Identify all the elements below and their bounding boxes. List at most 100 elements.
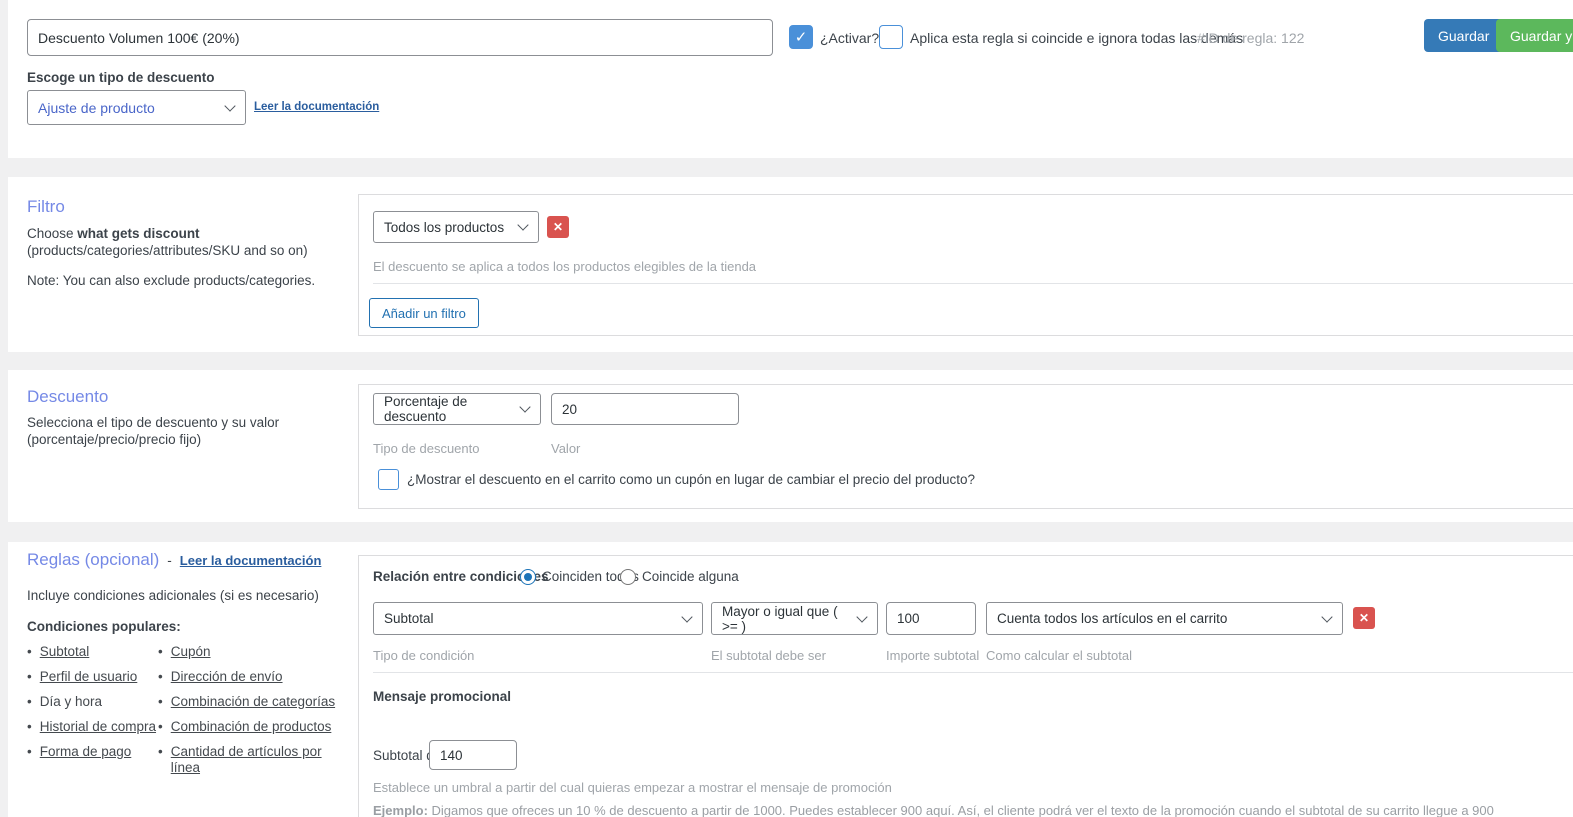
- list-item: • Forma de pago: [27, 744, 167, 761]
- discount-panel: Porcentaje de descuento Tipo de descuent…: [358, 384, 1573, 509]
- rules-card: Reglas (opcional) - Leer la documentació…: [8, 542, 1573, 817]
- condition-link-subtotal[interactable]: Subtotal: [40, 644, 90, 661]
- condition-calc-select[interactable]: Cuenta todos los artículos en el carrito: [986, 602, 1343, 635]
- chevron-down-icon: [681, 610, 693, 623]
- chevron-down-icon: [1321, 610, 1333, 623]
- save-button[interactable]: Guardar: [1424, 19, 1504, 52]
- rules-documentation-link[interactable]: Leer la documentación: [180, 553, 322, 568]
- filter-card: Filtro Choose what gets discount (produc…: [8, 177, 1573, 352]
- delete-filter-button[interactable]: ✕: [547, 216, 569, 238]
- save-and-close-button[interactable]: Guardar y c: [1496, 19, 1573, 52]
- chevron-down-icon: [224, 99, 236, 112]
- condition-calc-value: Cuenta todos los artículos en el carrito: [997, 611, 1228, 626]
- condition-type-value: Subtotal: [384, 611, 434, 626]
- bullet: •: [158, 693, 163, 709]
- filter-panel: Todos los productos ✕ El descuento se ap…: [358, 194, 1573, 336]
- filter-desc-prefix: Choose: [27, 226, 78, 241]
- rule-id-label: #ID de regla: 122: [1197, 30, 1305, 46]
- bullet: •: [27, 718, 32, 734]
- activate-label: ¿Activar?: [820, 30, 880, 46]
- condition-link-cantidad-de-articulos[interactable]: Cantidad de artículos por línea: [171, 744, 343, 778]
- bullet: •: [158, 644, 163, 659]
- condition-link-historial-de-compra[interactable]: Historial de compra: [40, 719, 156, 736]
- condition-calc-field-label: Como calcular el subtotal: [986, 648, 1132, 663]
- bullet: •: [27, 693, 32, 709]
- popular-conditions-title: Condiciones populares:: [27, 619, 181, 634]
- relation-all-radio[interactable]: [520, 569, 536, 585]
- condition-link-combinacion-de-productos[interactable]: Combinación de productos: [171, 719, 332, 736]
- bullet: •: [27, 644, 32, 659]
- list-item: • Perfil de usuario: [27, 669, 167, 686]
- list-item: • Dirección de envío: [158, 669, 343, 686]
- chevron-down-icon: [517, 219, 529, 231]
- show-as-coupon-label: ¿Mostrar el descuento en el carrito como…: [407, 472, 976, 487]
- filter-description-line2: (products/categories/attributes/SKU and …: [27, 243, 308, 258]
- page: ✓ ¿Activar? Aplica esta regla si coincid…: [0, 0, 1573, 817]
- condition-type-select[interactable]: Subtotal: [373, 602, 703, 635]
- discount-value-field-label: Valor: [551, 441, 581, 456]
- relation-any-radio[interactable]: [620, 569, 636, 585]
- list-item: • Subtotal: [27, 644, 167, 661]
- example-label: Ejemplo:: [373, 803, 428, 817]
- bullet: •: [158, 668, 163, 684]
- rule-title-input[interactable]: [27, 19, 773, 56]
- chevron-down-icon: [519, 401, 531, 413]
- filter-type-select[interactable]: Todos los productos: [373, 211, 539, 243]
- condition-type-field-label: Tipo de condición: [373, 648, 475, 663]
- chevron-down-icon: [856, 610, 868, 623]
- bullet: •: [27, 743, 32, 759]
- delete-condition-button[interactable]: ✕: [1353, 607, 1375, 629]
- example-text: Ejemplo: Digamos que ofreces un 10 % de …: [373, 803, 1494, 817]
- filter-description-line1: Choose what gets discount: [27, 226, 200, 241]
- condition-operator-field-label: El subtotal debe ser: [711, 648, 826, 663]
- condition-link-combinacion-de-categorias[interactable]: Combinación de categorías: [171, 694, 335, 711]
- override-label: Aplica esta regla si coincide e ignora t…: [910, 30, 1244, 46]
- activate-checkbox[interactable]: ✓: [789, 25, 813, 49]
- condition-link-direccion-de-envio[interactable]: Dirección de envío: [171, 669, 283, 686]
- threshold-input[interactable]: [429, 740, 517, 770]
- bullet: •: [27, 668, 32, 684]
- show-as-coupon-checkbox[interactable]: [378, 469, 399, 490]
- rules-description: Incluye condiciones adicionales (si es n…: [27, 588, 319, 603]
- condition-link-perfil-de-usuario[interactable]: Perfil de usuario: [40, 669, 138, 686]
- condition-link-forma-de-pago[interactable]: Forma de pago: [40, 744, 132, 761]
- discount-description-line2: (porcentaje/precio/precio fijo): [27, 432, 202, 447]
- list-item: • Día y hora: [27, 694, 167, 711]
- relation-any-label: Coincide alguna: [642, 569, 739, 584]
- list-item: • Combinación de categorías: [158, 694, 343, 711]
- discount-value-type: Porcentaje de descuento: [384, 394, 468, 424]
- list-item: • Cantidad de artículos por línea: [158, 744, 343, 778]
- condition-item-dia-y-hora: Día y hora: [39, 693, 103, 709]
- discount-type-field-label: Tipo de descuento: [373, 441, 480, 456]
- add-filter-button[interactable]: Añadir un filtro: [369, 298, 479, 328]
- discount-card: Descuento Selecciona el tipo de descuent…: [8, 370, 1573, 522]
- filter-helper-text: El descuento se aplica a todos los produ…: [373, 259, 757, 274]
- x-icon: ✕: [1358, 611, 1370, 625]
- condition-operator-select[interactable]: Mayor o igual que ( >= ): [711, 602, 878, 635]
- discount-description-line1: Selecciona el tipo de descuento y su val…: [27, 415, 280, 430]
- override-checkbox[interactable]: [879, 25, 903, 49]
- threshold-helper: Establece un umbral a partir del cual qu…: [373, 780, 892, 795]
- filter-type-value: Todos los productos: [384, 219, 505, 235]
- rules-heading: Reglas (opcional): [27, 550, 160, 569]
- condition-amount-input[interactable]: [886, 602, 976, 635]
- bullet: •: [158, 743, 163, 759]
- discount-value-input[interactable]: [551, 393, 739, 425]
- discount-type-value: Ajuste de producto: [38, 99, 155, 116]
- condition-amount-field-label: Importe subtotal: [886, 648, 980, 663]
- example-body: Digamos que ofreces un 10 % de descuento…: [431, 803, 1494, 817]
- documentation-link[interactable]: Leer la documentación: [254, 101, 379, 113]
- condition-operator-value: Mayor o igual que ( >= ): [722, 603, 838, 634]
- popular-conditions-left: • Subtotal • Perfil de usuario • Día y hora…: [27, 644, 167, 768]
- discount-heading: Descuento: [27, 387, 109, 407]
- discount-value-type-select[interactable]: Porcentaje de descuento: [373, 393, 541, 425]
- rule-header-card: ✓ ¿Activar? Aplica esta regla si coincid…: [8, 0, 1573, 158]
- rules-panel: Relación entre condiciones Coinciden tod…: [358, 555, 1573, 817]
- condition-link-cupon[interactable]: Cupón: [171, 644, 211, 661]
- promo-message-label: Mensaje promocional: [373, 689, 512, 704]
- list-item: • Historial de compra: [27, 719, 167, 736]
- discount-type-select[interactable]: Ajuste de producto: [27, 90, 246, 125]
- filter-heading: Filtro: [27, 197, 65, 217]
- rules-heading-separator: -: [167, 553, 172, 568]
- rules-heading-row: Reglas (opcional) - Leer la documentació…: [27, 550, 321, 570]
